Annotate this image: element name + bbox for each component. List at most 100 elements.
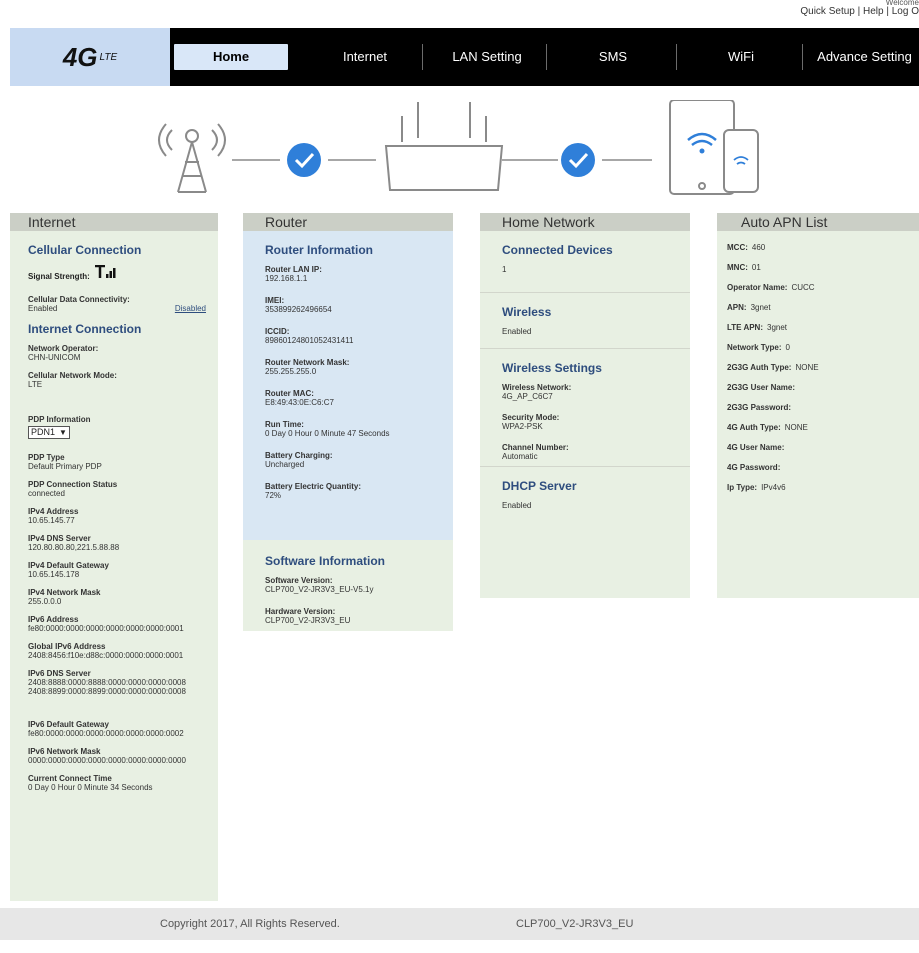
- ipv4-address-label: IPv4 Address: [28, 507, 79, 516]
- model-text: CLP700_V2-JR3V3_EU: [516, 918, 634, 930]
- software-information-heading: Software Information: [265, 554, 386, 568]
- security-mode-label: Security Mode:: [502, 413, 560, 422]
- nav-divider: [546, 44, 547, 70]
- logout-link[interactable]: Log O: [892, 6, 919, 17]
- apn-row-4g-password: 4G Password:: [727, 463, 911, 472]
- router-lan-ip-value: 192.168.1.1: [265, 274, 308, 283]
- iccid-label: ICCID:: [265, 327, 290, 336]
- apn-label: 2G3G Auth Type:: [727, 363, 792, 372]
- iccid-value: 89860124801052431411: [265, 336, 354, 345]
- apn-value: NONE: [784, 423, 808, 432]
- apn-label: 2G3G Password:: [727, 403, 792, 412]
- battery-quantity-value: 72%: [265, 491, 282, 500]
- imei-label: IMEI:: [265, 296, 285, 305]
- hardware-version-value: CLP700_V2-JR3V3_EU: [265, 616, 351, 625]
- internet-panel-title: Internet: [28, 214, 76, 230]
- disable-data-link[interactable]: Disabled: [175, 304, 206, 313]
- connect-time-label: Current Connect Time: [28, 774, 112, 783]
- connected-devices-heading: Connected Devices: [502, 243, 613, 257]
- tab-wifi[interactable]: WiFi: [686, 28, 796, 86]
- tab-lan-setting[interactable]: LAN Setting: [432, 28, 542, 86]
- apn-label: MNC:: [727, 263, 748, 272]
- router-mask-value: 255.255.255.0: [265, 367, 317, 376]
- software-version-value: CLP700_V2-JR3V3_EU-V5.1y: [265, 585, 374, 594]
- logo-lte-text: LTE: [99, 51, 118, 63]
- router-mac-label: Router MAC:: [265, 389, 314, 398]
- software-information-section: Software Information Software Version: CL…: [243, 540, 453, 625]
- router-mask-label: Router Network Mask:: [265, 358, 350, 367]
- router-panel-title: Router: [265, 214, 308, 230]
- ipv4-dns-value: 120.80.80.80,221.5.88.88: [28, 543, 120, 552]
- battery-charging-label: Battery Charging:: [265, 451, 333, 460]
- ipv4-gateway-value: 10.65.145.178: [28, 570, 80, 579]
- tab-internet[interactable]: Internet: [310, 28, 420, 86]
- run-time-value: 0 Day 0 Hour 0 Minute 47 Seconds: [265, 429, 390, 438]
- wireless-network-label: Wireless Network:: [502, 383, 572, 392]
- check-icon: [287, 143, 321, 177]
- cellular-connection-heading: Cellular Connection: [28, 243, 142, 257]
- apn-label: 4G Auth Type:: [727, 423, 781, 432]
- footer: Copyright 2017, All Rights Reserved. CLP…: [0, 908, 919, 940]
- network-mode-value: LTE: [28, 380, 43, 389]
- apn-row-ip-type: Ip Type: IPv4v6: [727, 483, 911, 492]
- apn-row-lte-apn: LTE APN: 3gnet: [727, 323, 911, 332]
- apn-value: CUCC: [791, 283, 815, 292]
- apn-value: 0: [785, 343, 790, 352]
- quick-setup-link[interactable]: Quick Setup: [800, 6, 854, 17]
- pdp-information-label: PDP Information: [28, 415, 91, 424]
- ipv6-mask-label: IPv6 Network Mask: [28, 747, 101, 756]
- apn-label: MCC:: [727, 243, 748, 252]
- tab-home[interactable]: Home: [174, 44, 288, 70]
- apn-value: IPv4v6: [761, 483, 786, 492]
- wireless-settings-section: Wireless Settings Wireless Network: 4G_AP…: [480, 349, 690, 467]
- router-information-heading: Router Information: [265, 243, 373, 257]
- router-lan-ip-label: Router LAN IP:: [265, 265, 322, 274]
- network-operator-label: Network Operator:: [28, 344, 99, 353]
- apn-value: 3gnet: [750, 303, 771, 312]
- auto-apn-panel-title: Auto APN List: [741, 214, 828, 230]
- wireless-heading: Wireless: [502, 305, 552, 319]
- apn-row-operator: Operator Name: CUCC: [727, 283, 911, 292]
- copyright-text: Copyright 2017, All Rights Reserved.: [160, 918, 340, 930]
- signal-strength-icon: [94, 265, 116, 278]
- tab-advance-setting[interactable]: Advance Setting: [810, 28, 919, 86]
- ipv6-gateway-label: IPv6 Default Gateway: [28, 720, 109, 729]
- apn-label: LTE APN:: [727, 323, 763, 332]
- nav-divider: [676, 44, 677, 70]
- connected-devices-section: Connected Devices 1: [480, 231, 690, 293]
- cell-tower-icon: [158, 123, 226, 193]
- router-mac-value: E8:49:43:0E:C6:C7: [265, 398, 334, 407]
- apn-value: 01: [751, 263, 761, 272]
- connected-devices-value: 1: [502, 265, 507, 274]
- nav-divider: [422, 44, 423, 70]
- pdp-select[interactable]: PDN1 ▼: [28, 426, 70, 439]
- auto-apn-panel: Auto APN List MCC: 460 MNC: 01 Operator Na…: [717, 213, 919, 598]
- apn-label: APN:: [727, 303, 747, 312]
- wireless-network-value: 4G_AP_C6C7: [502, 392, 553, 401]
- main-nav: 4G LTE Home Internet LAN Setting SMS WiF…: [10, 28, 919, 86]
- tab-sms[interactable]: SMS: [558, 28, 668, 86]
- network-mode-label: Cellular Network Mode:: [28, 371, 117, 380]
- apn-row-2g3g-user: 2G3G User Name:: [727, 383, 911, 392]
- dhcp-server-heading: DHCP Server: [502, 479, 577, 493]
- devices-wifi-icon: [669, 100, 759, 195]
- ipv6-dns-label: IPv6 DNS Server: [28, 669, 91, 678]
- channel-number-label: Channel Number:: [502, 443, 569, 452]
- apn-row-mcc: MCC: 460: [727, 243, 911, 252]
- wireless-settings-heading: Wireless Settings: [502, 361, 602, 375]
- ipv6-address-label: IPv6 Address: [28, 615, 79, 624]
- router-information-section: Router Information Router LAN IP: 192.168…: [243, 231, 453, 540]
- home-network-panel-title: Home Network: [502, 214, 595, 230]
- wireless-value: Enabled: [502, 327, 532, 336]
- ipv4-dns-label: IPv4 DNS Server: [28, 534, 91, 543]
- internet-panel: Internet Cellular Connection Signal Stre…: [10, 213, 218, 901]
- apn-label: Network Type:: [727, 343, 782, 352]
- apn-label: Ip Type:: [727, 483, 758, 492]
- pdp-status-label: PDP Connection Status: [28, 480, 118, 489]
- apn-value: 3gnet: [767, 323, 788, 332]
- channel-number-value: Automatic: [502, 452, 538, 461]
- software-version-label: Software Version:: [265, 576, 333, 585]
- help-link[interactable]: Help: [863, 6, 884, 17]
- cellular-data-label: Cellular Data Connectivity:: [28, 295, 130, 304]
- signal-strength-label: Signal Strength:: [28, 272, 90, 281]
